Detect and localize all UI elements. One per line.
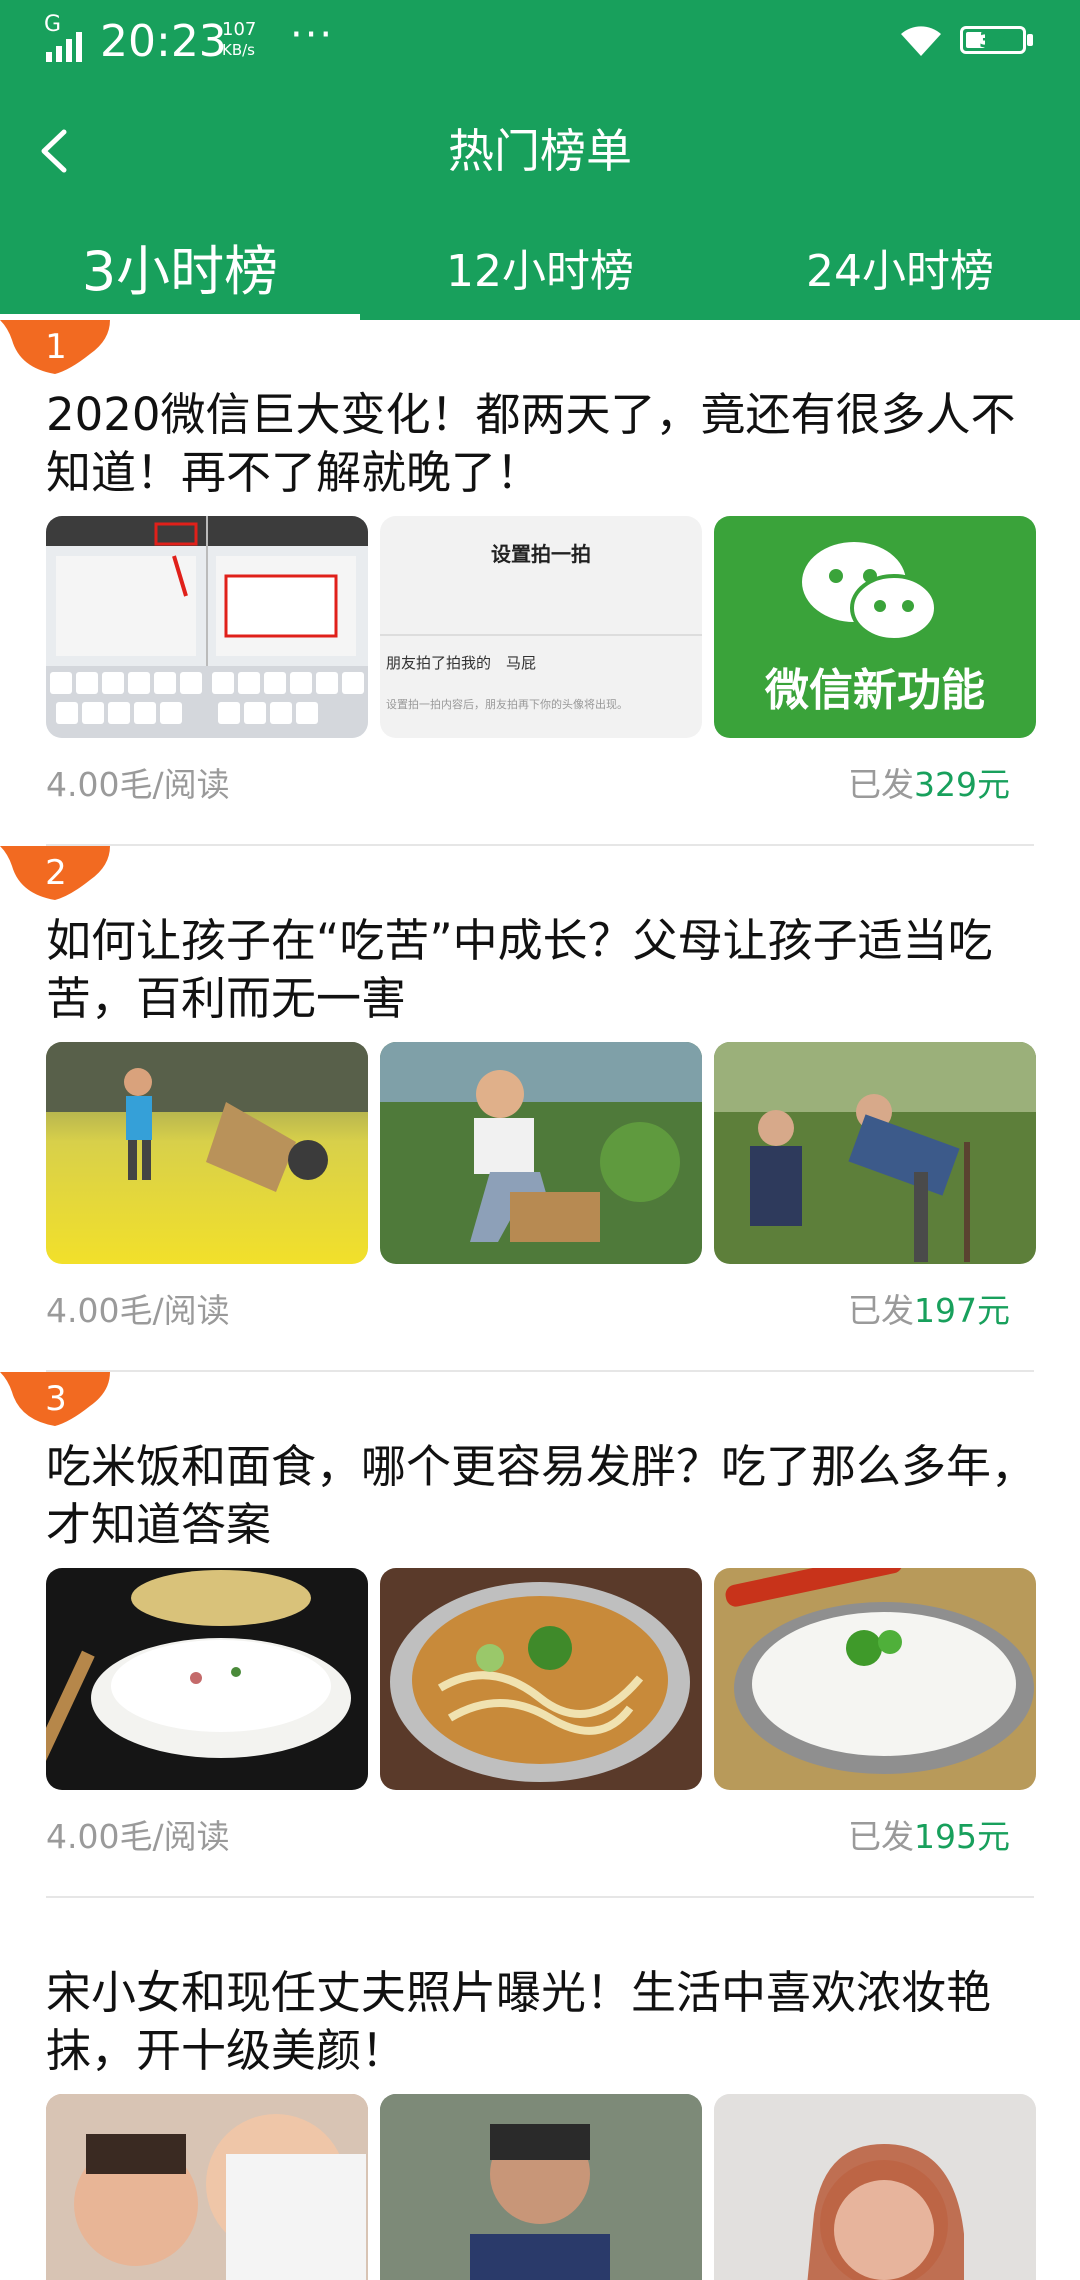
- rank-number: 3: [45, 1379, 67, 1419]
- paid-prefix: 已发: [848, 765, 914, 804]
- paid-amount: 已发329元: [848, 758, 1010, 806]
- article-title[interactable]: 吃米饭和面食，哪个更容易发胖？吃了那么多年，才知道答案: [46, 1438, 1046, 1554]
- paid-amount-value: 329元: [914, 765, 1010, 804]
- paid-amount: 已发195元: [848, 1810, 1010, 1858]
- article-title[interactable]: 如何让孩子在“吃苦”中成长？父母让孩子适当吃苦，百利而无一害: [46, 912, 1046, 1028]
- boy-sitting-image[interactable]: [380, 1042, 702, 1264]
- paid-amount-value: 195元: [914, 1817, 1010, 1856]
- status-bar: G 20:23 107 KB/s ··· 36: [0, 0, 1080, 90]
- app-header: G 20:23 107 KB/s ··· 36 热门榜单 3小时榜 12小时榜 …: [0, 0, 1080, 320]
- article-thumbnails: [46, 2094, 1036, 2280]
- noodle-bowl-image[interactable]: [380, 1568, 702, 1790]
- paid-amount: 已发197元: [848, 1284, 1010, 1332]
- network-type-label: G: [44, 12, 62, 37]
- article-title[interactable]: 2020微信巨大变化！都两天了，竟还有很多人不知道！再不了解就晚了！: [46, 386, 1046, 502]
- wifi-icon: [901, 26, 941, 56]
- battery-cap: [1027, 34, 1033, 46]
- paid-prefix: 已发: [848, 1291, 914, 1330]
- couple-photo-image[interactable]: [46, 2094, 368, 2280]
- network-speed-unit: KB/s: [222, 41, 255, 59]
- rice-plate-image[interactable]: [714, 1568, 1036, 1790]
- ranking-tabs: 3小时榜 12小时榜 24小时榜: [0, 232, 1080, 320]
- article-title[interactable]: 宋小女和现任丈夫照片曝光！生活中喜欢浓妆艳抹，开十级美颜！: [46, 1964, 1046, 2080]
- network-speed-value: 107: [222, 19, 257, 40]
- price-per-read: 4.00毛/阅读: [46, 1291, 230, 1330]
- keyboard-screenshot-image[interactable]: [46, 516, 368, 738]
- tab-12-hour[interactable]: 12小时榜: [360, 232, 720, 320]
- price-per-read: 4.00毛/阅读: [46, 1817, 230, 1856]
- article-card[interactable]: 3 吃米饭和面食，哪个更容易发胖？吃了那么多年，才知道答案 4.00毛/阅读 已…: [0, 1372, 1080, 1898]
- settings-caption: 设置拍一拍: [491, 542, 591, 566]
- wechat-new-feature-caption: 微信新功能: [765, 665, 985, 716]
- price-per-read: 4.00毛/阅读: [46, 765, 230, 804]
- article-card[interactable]: 宋小女和现任丈夫照片曝光！生活中喜欢浓妆艳抹，开十级美颜！: [0, 1898, 1080, 2280]
- status-time: 20:23: [100, 16, 227, 67]
- article-thumbnails: 设置拍一拍 朋友拍了拍我的 马屁 设置拍一拍内容后，朋友拍再下你的头像将出现。 …: [46, 516, 1036, 738]
- page-title: 热门榜单: [448, 124, 632, 178]
- network-speed: 107 KB/s: [222, 20, 282, 60]
- child-field-image[interactable]: [46, 1042, 368, 1264]
- wechat-logo-image[interactable]: 微信新功能: [714, 516, 1036, 738]
- article-thumbnails: [46, 1042, 1036, 1264]
- woman-smiling-image[interactable]: [380, 2094, 702, 2280]
- settings-separator: [380, 634, 702, 636]
- article-card[interactable]: 1 2020微信巨大变化！都两天了，竟还有很多人不知道！再不了解就晚了！ 设置拍…: [0, 320, 1080, 846]
- farmers-image[interactable]: [714, 1042, 1036, 1264]
- paid-amount-value: 197元: [914, 1291, 1010, 1330]
- tab-24-hour[interactable]: 24小时榜: [720, 232, 1080, 320]
- rank-number: 2: [45, 853, 67, 893]
- settings-hint-text: 设置拍一拍内容后，朋友拍再下你的头像将出现。: [386, 698, 628, 711]
- more-notifications-icon: ···: [290, 12, 335, 58]
- battery-percent: 36: [979, 28, 1007, 52]
- settings-row-text: 朋友拍了拍我的 马屁: [386, 654, 537, 672]
- woman-selfie-image[interactable]: [714, 2094, 1036, 2280]
- settings-screenshot-image[interactable]: 设置拍一拍 朋友拍了拍我的 马屁 设置拍一拍内容后，朋友拍再下你的头像将出现。: [380, 516, 702, 738]
- tab-3-hour[interactable]: 3小时榜: [0, 232, 360, 320]
- paid-prefix: 已发: [848, 1817, 914, 1856]
- article-thumbnails: [46, 1568, 1036, 1790]
- article-card[interactable]: 2 如何让孩子在“吃苦”中成长？父母让孩子适当吃苦，百利而无一害 4.00毛/阅…: [0, 846, 1080, 1372]
- rank-number: 1: [45, 327, 67, 367]
- rice-bowl-image[interactable]: [46, 1568, 368, 1790]
